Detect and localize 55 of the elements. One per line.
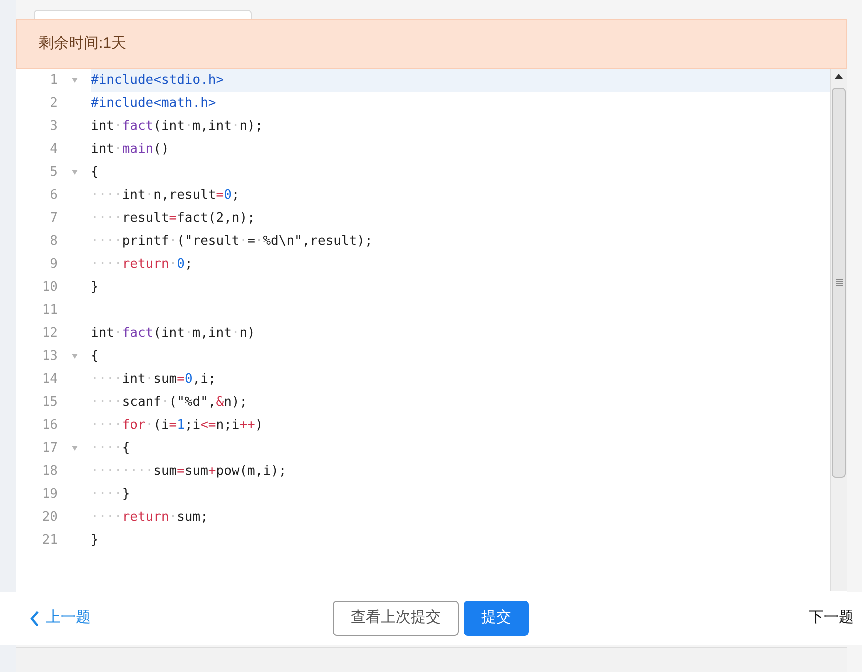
line-number: 3 (49, 118, 58, 136)
grip-icon (836, 279, 842, 287)
code-line: ····} (91, 486, 130, 504)
fold-arrow-icon[interactable] (72, 78, 78, 83)
fold-arrow-icon[interactable] (72, 354, 78, 359)
scroll-thumb[interactable] (832, 88, 846, 478)
code-line: ····return·0; (91, 256, 193, 274)
line-number: 20 (41, 508, 58, 527)
line-number: 8 (49, 232, 58, 251)
line-number: 1 (49, 72, 58, 90)
submit-button[interactable]: 提交 (464, 601, 529, 636)
line-number: 7 (49, 210, 58, 228)
code-line: ····for·(i=1;i<=n;i++) (91, 416, 264, 435)
code-line: ····return·sum; (91, 508, 208, 527)
next-link[interactable]: 下一题 (809, 607, 854, 630)
line-number: 2 (49, 94, 58, 113)
code-line: { (91, 348, 99, 366)
line-number: 15 (41, 394, 58, 412)
remaining-time: 剩余时间:1天 (39, 34, 127, 54)
code-line: int·main() (91, 140, 170, 159)
code-line: int·fact(int·m,int·n); (91, 118, 264, 136)
line-number: 6 (49, 186, 58, 205)
code-line: ········sum=sum+pow(m,i); (91, 462, 287, 481)
line-number: 12 (41, 324, 58, 343)
line-number: 19 (41, 486, 58, 504)
line-number: 4 (49, 140, 58, 159)
previous-link[interactable]: 上一题 (30, 607, 91, 630)
line-number: 11 (41, 302, 58, 320)
code-line: ····scanf·("%d",&n); (91, 394, 248, 412)
line-number: 5 (49, 164, 58, 182)
scrollbar[interactable] (830, 69, 847, 591)
view-last-submission-button[interactable]: 查看上次提交 (333, 601, 459, 636)
code-line: } (91, 532, 99, 550)
line-number: 17 (41, 440, 58, 458)
chevron-left-icon (30, 610, 40, 626)
code-line: { (91, 164, 99, 182)
scroll-up-icon[interactable] (835, 74, 843, 80)
code-line: } (91, 278, 99, 297)
code-line: ····int·sum=0,i; (91, 370, 216, 389)
code-line: ····result=fact(2,n); (91, 210, 256, 228)
code-line: int·fact(int·m,int·n) (91, 324, 256, 343)
code-line: ····{ (91, 440, 130, 458)
code-line: #include<math.h> (91, 94, 216, 113)
line-number: 13 (41, 348, 58, 366)
line-number: 10 (41, 278, 58, 297)
code-line: #include<stdio.h> (91, 72, 224, 90)
code-line: ····printf·("result·=·%d\n",result); (91, 232, 373, 251)
fold-arrow-icon[interactable] (72, 170, 78, 175)
line-number: 16 (41, 416, 58, 435)
line-number: 21 (41, 532, 58, 550)
line-number: 18 (41, 462, 58, 481)
line-number: 14 (41, 370, 58, 389)
fold-arrow-icon[interactable] (72, 446, 78, 451)
line-number: 9 (49, 256, 58, 274)
code-line: ····int·n,result=0; (91, 186, 240, 205)
